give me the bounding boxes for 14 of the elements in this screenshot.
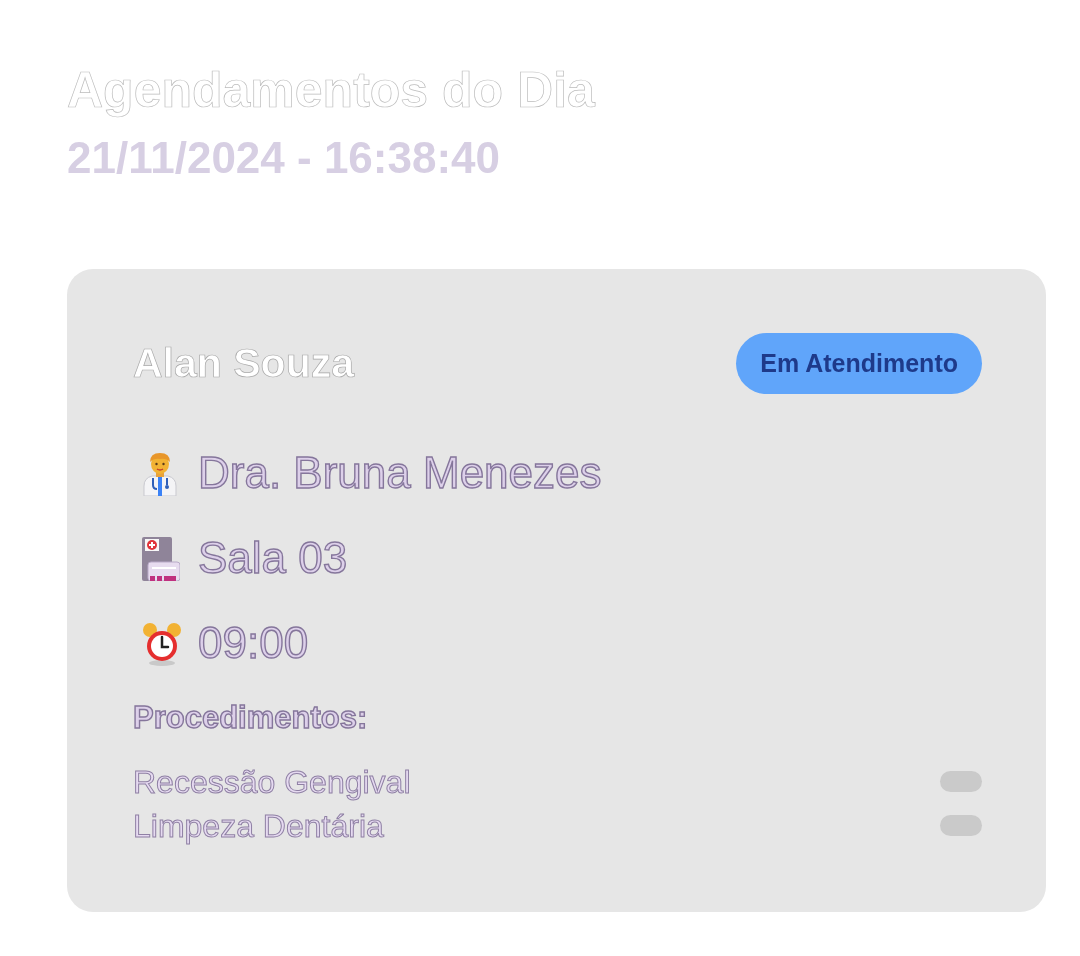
patient-name: Alan Souza: [133, 338, 354, 388]
empty-tag-icon: [940, 815, 982, 837]
detail-text: Sala 03: [198, 532, 348, 585]
page-title: Agendamentos do Dia: [67, 61, 595, 120]
doctor-icon: [142, 451, 178, 496]
procedure-name: Recessão Gengival: [133, 762, 411, 801]
status-badge: Em Atendimento: [736, 332, 982, 394]
procedure-name: Limpeza Dentária: [133, 806, 384, 845]
detail-text: 09:00: [198, 617, 309, 670]
alarm-clock-icon: [142, 621, 182, 666]
hospital-bed-icon: [142, 536, 180, 581]
procedures-heading: Procedimentos:: [133, 698, 368, 737]
empty-tag-icon: [940, 771, 982, 793]
detail-text: Dra. Bruna Menezes: [198, 447, 602, 500]
